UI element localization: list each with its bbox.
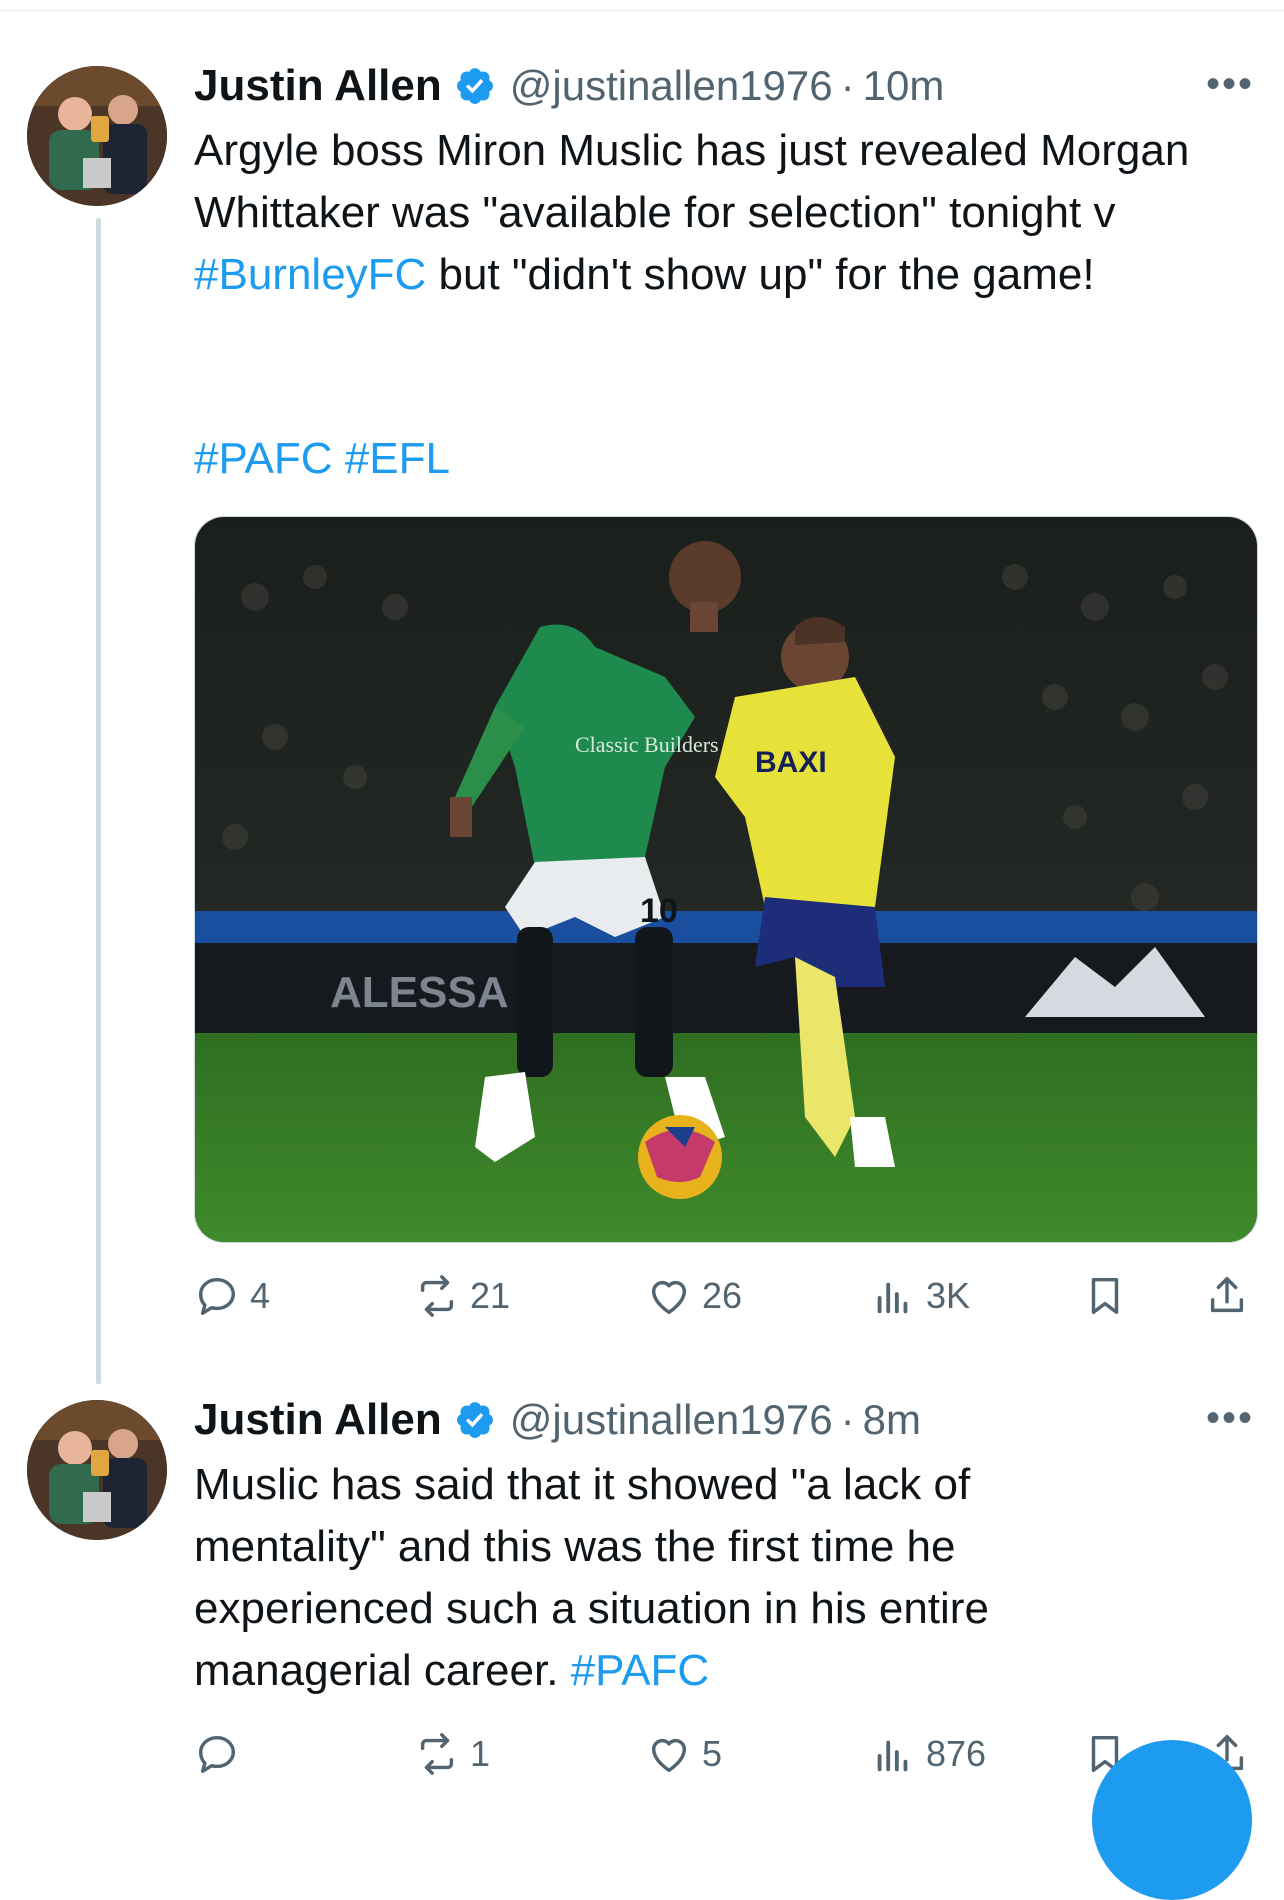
hashtag-link[interactable]: #BurnleyFC <box>194 250 426 299</box>
author-handle[interactable]: @justinallen1976 <box>510 62 833 110</box>
views-count: 876 <box>926 1733 987 1774</box>
views-chart-icon <box>877 1740 908 1772</box>
like-button[interactable]: 5 <box>646 1724 722 1784</box>
tweet-header: Justin Allen @justinallen1976 · 8m ••• <box>194 1390 1254 1450</box>
heart-icon <box>651 1280 687 1315</box>
verified-badge-icon <box>456 1402 493 1438</box>
more-options-icon[interactable]: ••• <box>1206 1396 1254 1441</box>
reply-count: 4 <box>250 1275 271 1316</box>
shirt-sponsor-green: Classic Builders <box>575 732 719 757</box>
compose-fab-button[interactable] <box>1092 1740 1252 1900</box>
reply-button[interactable]: 4 <box>194 1266 270 1326</box>
football-photo-icon: ALESSA 10 Classic Builders BAXI <box>195 517 1257 1242</box>
timestamp[interactable]: 10m <box>863 62 945 110</box>
like-count: 5 <box>702 1733 723 1774</box>
avatar-photo-icon <box>27 1400 167 1540</box>
share-icon <box>1210 1277 1244 1313</box>
repost-count: 1 <box>470 1733 491 1774</box>
avatar-photo-icon <box>27 66 167 206</box>
text-segment: but "didn't show up" for the game! <box>426 250 1095 299</box>
tweet-text: Muslic has said that it showed "a lack o… <box>194 1454 1094 1702</box>
author-name[interactable]: Justin Allen <box>194 1395 442 1445</box>
reply-button[interactable] <box>194 1724 240 1784</box>
repost-icon <box>420 1733 454 1775</box>
tweet-actions: 4 21 26 3K <box>194 1266 1254 1326</box>
separator-dot: · <box>840 1396 855 1443</box>
repost-icon <box>420 1275 454 1317</box>
thread-line <box>96 218 101 1384</box>
views-button[interactable]: 3K <box>870 1266 970 1326</box>
bookmark-button[interactable] <box>1082 1266 1128 1326</box>
repost-count: 21 <box>470 1275 511 1316</box>
heart-icon <box>651 1738 687 1773</box>
shirt-sponsor-yellow: BAXI <box>755 746 827 779</box>
repost-button[interactable]: 1 <box>414 1724 490 1784</box>
hashtag-link[interactable]: #PAFC <box>571 1646 710 1695</box>
hashtags-line[interactable]: #PAFC #EFL <box>194 428 1254 490</box>
tweet-actions: 1 5 876 <box>194 1724 1254 1784</box>
reply-icon <box>198 1277 236 1315</box>
like-count: 26 <box>702 1275 743 1316</box>
top-divider <box>0 10 1284 11</box>
more-options-icon[interactable]: ••• <box>1206 62 1254 107</box>
repost-button[interactable]: 21 <box>414 1266 510 1326</box>
author-handle[interactable]: @justinallen1976 <box>510 1396 833 1444</box>
separator-dot: · <box>840 62 855 109</box>
avatar[interactable] <box>27 1400 167 1540</box>
views-count: 3K <box>926 1275 971 1316</box>
shirt-number: 10 <box>640 892 678 930</box>
author-name[interactable]: Justin Allen <box>194 61 442 111</box>
text-segment: Argyle boss Miron Muslic has just reveal… <box>194 126 1190 237</box>
tweet-media-image[interactable]: ALESSA 10 Classic Builders BAXI <box>194 516 1258 1243</box>
reply-icon <box>198 1735 236 1773</box>
verified-badge-icon <box>456 68 493 104</box>
tweet-text: Argyle boss Miron Muslic has just reveal… <box>194 120 1254 306</box>
views-button[interactable]: 876 <box>870 1724 986 1784</box>
bookmark-icon <box>1091 1277 1119 1315</box>
views-chart-icon <box>877 1282 908 1314</box>
timestamp[interactable]: 8m <box>863 1396 921 1444</box>
board-text: ALESSA <box>330 968 508 1017</box>
share-button[interactable] <box>1204 1266 1250 1326</box>
tweet-header: Justin Allen @justinallen1976 · 10m ••• <box>194 56 1254 116</box>
like-button[interactable]: 26 <box>646 1266 742 1326</box>
avatar[interactable] <box>27 66 167 206</box>
